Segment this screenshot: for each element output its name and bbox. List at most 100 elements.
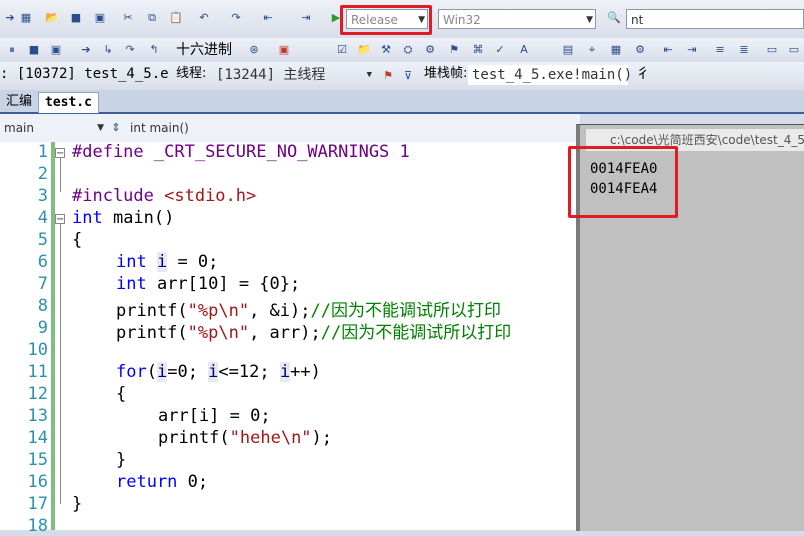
- line-number: 4: [37, 208, 48, 228]
- line-number: 5: [37, 230, 48, 250]
- platform-combo[interactable]: Win32 ▼: [438, 9, 596, 29]
- window-icon[interactable]: ▤: [560, 42, 576, 58]
- code-line-9: printf("%p\n", arr);//因为不能调试所以打印: [116, 323, 512, 343]
- breakpoints-window-icon[interactable]: ▣: [276, 42, 292, 58]
- output-highlight: [568, 146, 678, 218]
- code-line-13: arr[i] = 0;: [158, 406, 271, 426]
- collapse-icon[interactable]: −: [55, 214, 65, 225]
- save-icon[interactable]: ■: [68, 10, 84, 26]
- code-line-3: #include <stdio.h>: [72, 186, 257, 206]
- comment-icon[interactable]: ≡: [712, 42, 728, 58]
- flag-icon[interactable]: ⚑: [380, 68, 396, 84]
- spell-check-icon[interactable]: ✓: [492, 42, 508, 58]
- find-value: nt: [631, 13, 644, 27]
- options-icon[interactable]: ⚙: [632, 42, 648, 58]
- chevron-down-icon: ▼: [97, 123, 104, 133]
- line-number: 14: [27, 428, 48, 448]
- navigate-forward-icon[interactable]: ⇥: [298, 10, 314, 26]
- paste-icon[interactable]: 📋: [168, 10, 184, 26]
- toolbox-icon[interactable]: ⚑: [446, 42, 462, 58]
- hex-toggle[interactable]: 十六进制: [176, 40, 232, 60]
- line-number: 8: [37, 296, 48, 316]
- code-editor[interactable]: 1 2 3 4 5 6 7 8 9 10 11 12 13 14 15 16 1…: [0, 142, 580, 536]
- properties-icon[interactable]: ⚙: [422, 42, 438, 58]
- line-number: 15: [27, 450, 48, 470]
- line-number: 1: [37, 142, 48, 162]
- step-into-icon[interactable]: ↳: [100, 42, 116, 58]
- find-combo[interactable]: nt: [626, 9, 804, 29]
- platform-value: Win32: [443, 13, 481, 27]
- font-size-icon[interactable]: A: [516, 42, 532, 58]
- thread-label: 线程:: [176, 66, 207, 81]
- fold-guide: [60, 224, 61, 504]
- stack-frame-label: 堆栈帧:: [424, 66, 468, 81]
- tab-test-c[interactable]: test.c: [38, 92, 99, 113]
- line-number: 16: [27, 472, 48, 492]
- debug-location-toolbar: : [10372] test_4_5.e 线程: [13244] 主线程 ▼ ⚑ …: [0, 62, 804, 91]
- function-value: int main(): [130, 121, 189, 135]
- code-line-15: }: [116, 450, 127, 470]
- code-line-16: return 0;: [116, 472, 209, 492]
- object-browser-icon[interactable]: ⌘: [470, 42, 486, 58]
- stack-extra: 彳: [636, 66, 650, 82]
- restart-icon[interactable]: ▣: [48, 42, 64, 58]
- step-over-icon[interactable]: ↷: [122, 42, 138, 58]
- config-highlight: [340, 5, 432, 35]
- line-number: 13: [27, 406, 48, 426]
- code-line-11: for(i=0; i<=12; i++): [116, 362, 321, 382]
- filter-icon[interactable]: ⊽: [400, 68, 416, 84]
- thread-value: [13244] 主线程: [216, 67, 326, 83]
- class-view-icon[interactable]: ⛭: [400, 42, 416, 58]
- navigate-back-icon[interactable]: ⇤: [260, 10, 276, 26]
- function-combo[interactable]: int main(): [126, 118, 580, 138]
- find-icon[interactable]: 🔍: [606, 10, 622, 26]
- folder-icon[interactable]: 📁: [356, 42, 372, 58]
- copy-icon[interactable]: ⧉: [144, 10, 160, 26]
- stack-frame-value: test_4_5.exe!main(): [472, 67, 633, 83]
- grid-icon[interactable]: ▦: [608, 42, 624, 58]
- wrench-icon[interactable]: ⚒: [378, 42, 394, 58]
- new-project-icon[interactable]: ▦: [18, 10, 34, 26]
- open-folder-icon[interactable]: 📂: [44, 10, 60, 26]
- line-number: 10: [27, 340, 48, 360]
- stop-icon[interactable]: ■: [26, 42, 42, 58]
- pin-icon[interactable]: ⌖: [584, 42, 600, 58]
- arrow-icon[interactable]: ➔: [2, 10, 18, 26]
- uncomment-icon[interactable]: ≣: [736, 42, 752, 58]
- increase-indent-icon[interactable]: ⇥: [684, 42, 700, 58]
- fold-guide: [60, 158, 61, 192]
- split-icon[interactable]: ⇕: [108, 120, 124, 136]
- chevron-down-icon: ▼: [366, 70, 372, 80]
- stack-frame-combo[interactable]: test_4_5.exe!main(): [468, 65, 632, 85]
- code-line-5: {: [72, 230, 83, 250]
- code-line-12: {: [116, 384, 127, 404]
- line-number: 18: [27, 516, 48, 536]
- line-number: 17: [27, 494, 48, 514]
- scope-value: main: [4, 121, 34, 135]
- document-tabs: 汇编 test.c: [0, 90, 804, 114]
- change-tracking-bar: [51, 142, 55, 530]
- line-number: 2: [37, 164, 48, 184]
- undo-icon[interactable]: ↶: [196, 10, 212, 26]
- thread-combo[interactable]: [13244] 主线程 ▼: [212, 65, 374, 85]
- pause-icon[interactable]: ⏸: [4, 42, 20, 58]
- breakpoint-icon[interactable]: ⊛: [246, 42, 262, 58]
- code-line-6: int i = 0;: [116, 252, 219, 272]
- debug-toolbar: ⏸ ■ ▣ ➔ ↳ ↷ ↰ 十六进制 ⊛ ▣ ☑ 📁 ⚒ ⛭ ⚙ ⚑ ⌘ ✓ A…: [0, 38, 804, 63]
- code-line-1: #define _CRT_SECURE_NO_WARNINGS 1: [72, 142, 410, 162]
- save-all-icon[interactable]: ▣: [92, 10, 108, 26]
- decrease-indent-icon[interactable]: ⇤: [660, 42, 676, 58]
- line-number: 9: [37, 318, 48, 338]
- scope-combo[interactable]: main ▼: [0, 118, 106, 138]
- redo-icon[interactable]: ↷: [228, 10, 244, 26]
- step-out-icon[interactable]: ↰: [146, 42, 162, 58]
- next-bookmark-icon[interactable]: ▭: [786, 42, 802, 58]
- collapse-icon[interactable]: −: [55, 148, 65, 159]
- tab-disassembly[interactable]: 汇编: [0, 92, 38, 112]
- line-number: 3: [37, 186, 48, 206]
- checklist-icon[interactable]: ☑: [334, 42, 350, 58]
- process-value[interactable]: : [10372] test_4_5.e: [0, 64, 169, 84]
- cut-icon[interactable]: ✂: [120, 10, 136, 26]
- show-next-statement-icon[interactable]: ➔: [78, 42, 94, 58]
- bookmark-icon[interactable]: ▭: [764, 42, 780, 58]
